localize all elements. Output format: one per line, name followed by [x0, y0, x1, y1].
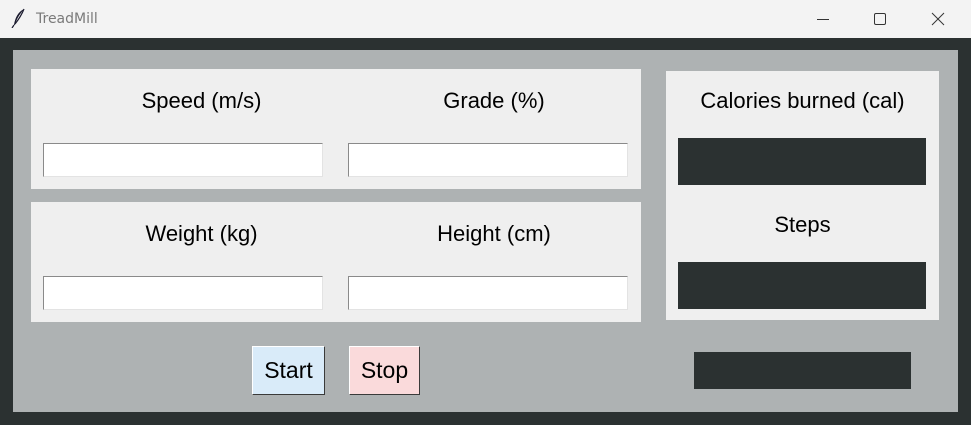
minimize-icon — [817, 19, 829, 20]
weight-height-panel: Weight (kg) Height (cm) — [31, 202, 641, 322]
height-input[interactable] — [348, 276, 628, 310]
status-output — [694, 352, 911, 389]
weight-label: Weight (kg) — [145, 221, 258, 246]
stop-button[interactable]: Stop — [349, 346, 420, 395]
minimize-button[interactable] — [795, 0, 853, 38]
start-button[interactable]: Start — [252, 346, 325, 395]
grade-label: Grade (%) — [443, 88, 545, 113]
close-button[interactable] — [910, 0, 968, 38]
window-title: TreadMill — [36, 11, 98, 27]
speed-input[interactable] — [43, 143, 323, 177]
title-bar[interactable]: TreadMill — [0, 0, 971, 38]
feather-icon — [11, 8, 25, 28]
steps-output — [678, 262, 926, 309]
maximize-icon — [874, 13, 886, 25]
grade-input[interactable] — [348, 143, 628, 177]
main-area: Speed (m/s) Grade (%) Weight (kg) Height… — [13, 50, 958, 412]
speed-grade-panel: Speed (m/s) Grade (%) — [31, 69, 641, 189]
calories-output — [678, 138, 926, 185]
height-label: Height (cm) — [437, 221, 551, 246]
calories-label: Calories burned (cal) — [700, 88, 905, 113]
speed-label: Speed (m/s) — [141, 88, 262, 113]
results-panel: Calories burned (cal) Steps — [666, 71, 939, 320]
weight-input[interactable] — [43, 276, 323, 310]
close-icon — [931, 12, 945, 26]
steps-label: Steps — [774, 212, 831, 237]
maximize-button[interactable] — [852, 0, 910, 38]
